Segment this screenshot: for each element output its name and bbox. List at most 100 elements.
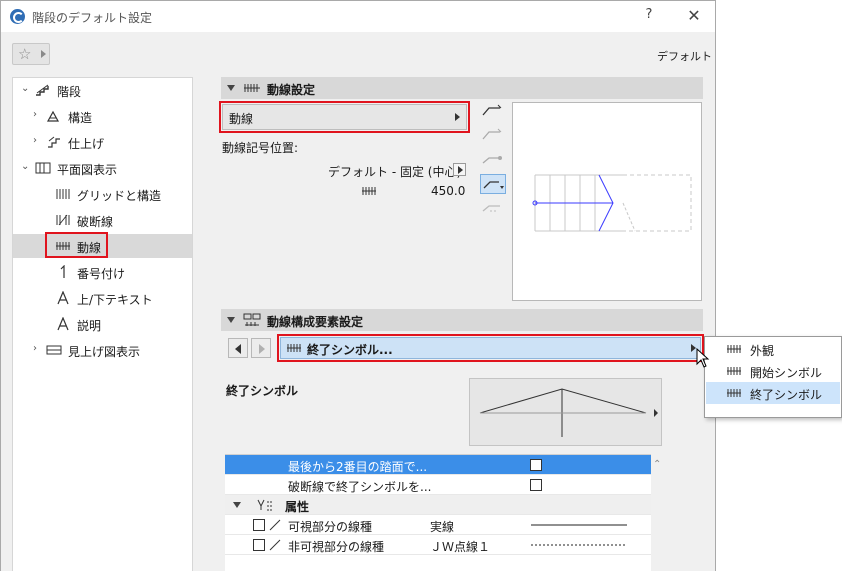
tree-item-description[interactable]: 説明: [13, 312, 192, 336]
tree-item-up-down-text[interactable]: 上/下テキスト: [13, 286, 192, 310]
scroll-up-icon[interactable]: ⌃: [653, 459, 663, 470]
section-title: 動線設定: [267, 83, 316, 97]
tree-item-label: 構造: [68, 111, 93, 125]
end-symbol-label: 終了シンボル: [226, 384, 299, 398]
popup-item-start-symbol[interactable]: 開始シンボル: [706, 360, 840, 382]
checkbox[interactable]: [530, 459, 542, 471]
next-button[interactable]: [251, 338, 271, 358]
components-icon: [243, 313, 261, 326]
attributes-icon: [257, 499, 273, 511]
offset-value[interactable]: 450.0: [431, 184, 465, 198]
row-label: 非可視部分の線種: [288, 540, 385, 554]
popup-item-label: 外観: [750, 344, 775, 358]
tree-item-structure[interactable]: › 構造: [13, 104, 192, 128]
walking-line-section-header[interactable]: 動線設定: [221, 77, 703, 99]
tree-item-grid-structure[interactable]: グリッドと構造: [13, 182, 192, 206]
row-value[interactable]: 実線: [430, 518, 454, 535]
reflected-view-icon: [46, 345, 62, 355]
mouse-cursor-icon: [696, 348, 710, 368]
line-type-option[interactable]: [480, 102, 506, 122]
walking-line-icon: [244, 84, 260, 92]
table-row[interactable]: 可視部分の線種 実線: [225, 515, 651, 535]
favorites-button[interactable]: ☆: [12, 43, 50, 65]
tree-item-floorplan[interactable]: ⌄ 平面図表示: [13, 156, 192, 180]
arrow-left-icon: [235, 344, 241, 354]
chevron-right-icon[interactable]: ›: [33, 110, 43, 120]
arrow-right-icon: [259, 344, 265, 354]
tree-item-label: 平面図表示: [57, 163, 118, 177]
numbering-icon: [60, 265, 65, 278]
tree-item-break-line[interactable]: 破断線: [13, 208, 192, 232]
table-row[interactable]: 最後から2番目の踏面で...: [225, 455, 651, 475]
line-type-option[interactable]: [480, 126, 506, 146]
line-type-option[interactable]: [480, 150, 506, 170]
end-symbol-graphic: [479, 388, 658, 437]
line-type-icon: [269, 519, 281, 531]
chevron-down-icon[interactable]: ⌄: [21, 84, 31, 94]
tree-item-finish[interactable]: › 仕上げ: [13, 130, 192, 154]
collapse-triangle-icon[interactable]: [227, 317, 235, 323]
line-type-icon: [482, 104, 502, 116]
line-type-icon: [482, 156, 502, 164]
tree-item-label: 番号付け: [77, 267, 126, 281]
table-row[interactable]: 非可視部分の線種 ＪＷ点線１: [225, 535, 651, 555]
checkbox[interactable]: [530, 479, 542, 491]
finish-icon: [48, 136, 60, 148]
collapse-triangle-icon[interactable]: [233, 502, 241, 508]
settings-tree: ⌄ 階段 › 構造 › 仕上げ ⌄ 平面図表示 グリッドと構造 破断線 動線 番…: [12, 77, 193, 571]
highlight-box: [277, 334, 704, 362]
row-label: 可視部分の線種: [288, 520, 373, 534]
help-button[interactable]: ?: [639, 7, 659, 27]
description-icon: [57, 317, 69, 331]
line-type-icon: [482, 205, 500, 212]
collapse-triangle-icon[interactable]: [227, 85, 235, 91]
structure-icon: [46, 110, 60, 122]
end-symbol-preview[interactable]: [469, 378, 662, 446]
line-type-icon: [269, 539, 281, 551]
previous-button[interactable]: [228, 338, 248, 358]
default-label: デフォルト: [657, 50, 712, 63]
chevron-right-icon[interactable]: ›: [33, 344, 43, 354]
tree-item-reflected-view[interactable]: › 見上げ図表示: [13, 338, 192, 362]
popup-item-end-symbol[interactable]: 終了シンボル: [706, 382, 840, 404]
break-line-icon: [56, 214, 70, 226]
table-row[interactable]: 破断線で終了シンボルを...: [225, 475, 651, 495]
stair-settings-dialog: 階段のデフォルト設定 ? ✕ ☆ デフォルト ⌄ 階段 › 構造 › 仕上げ ⌄…: [0, 0, 716, 571]
chevron-right-icon[interactable]: ›: [33, 136, 43, 146]
up-down-text-icon: [57, 291, 69, 305]
grid-icon: [56, 189, 70, 199]
row-value[interactable]: ＪＷ点線１: [430, 538, 490, 555]
row-label: 最後から2番目の踏面で...: [288, 460, 428, 474]
symbol-position-label: 動線記号位置:: [222, 141, 299, 155]
row-label: 破断線で終了シンボルを...: [288, 480, 432, 494]
popup-item-appearance[interactable]: 外観: [706, 338, 840, 360]
walking-line-icon: [727, 367, 741, 375]
line-type-option-selected[interactable]: [480, 174, 506, 194]
group-label: 属性: [285, 500, 310, 514]
components-section-header[interactable]: 動線構成要素設定: [221, 309, 703, 331]
popup-item-label: 開始シンボル: [750, 366, 823, 380]
chevron-down-icon[interactable]: ⌄: [21, 162, 31, 172]
line-type-toolbar: [478, 102, 508, 222]
tree-item-label: 説明: [77, 319, 102, 333]
popup-item-label: 終了シンボル: [750, 388, 823, 402]
position-menu-button[interactable]: [453, 163, 466, 176]
line-type-icon: [483, 181, 504, 189]
checkbox[interactable]: [253, 519, 265, 531]
tree-item-stair[interactable]: ⌄ 階段: [13, 78, 192, 102]
checkbox[interactable]: [253, 539, 265, 551]
close-button[interactable]: ✕: [683, 6, 705, 28]
stair-preview-graphic: [532, 174, 692, 232]
tree-item-label: 上/下テキスト: [77, 293, 153, 307]
tree-item-numbering[interactable]: 番号付け: [13, 260, 192, 284]
title-bar: 階段のデフォルト設定 ? ✕: [1, 1, 715, 32]
star-icon: ☆: [18, 45, 32, 63]
window-title: 階段のデフォルト設定: [32, 11, 153, 25]
table-group-row[interactable]: 属性: [225, 495, 651, 515]
tree-item-label: 階段: [57, 85, 82, 99]
tree-item-label: 見上げ図表示: [68, 345, 141, 359]
walking-line-icon: [727, 389, 741, 397]
line-type-option[interactable]: [480, 198, 506, 218]
component-popup-menu: 外観 開始シンボル 終了シンボル: [704, 336, 842, 418]
tree-item-label: グリッドと構造: [77, 189, 162, 203]
